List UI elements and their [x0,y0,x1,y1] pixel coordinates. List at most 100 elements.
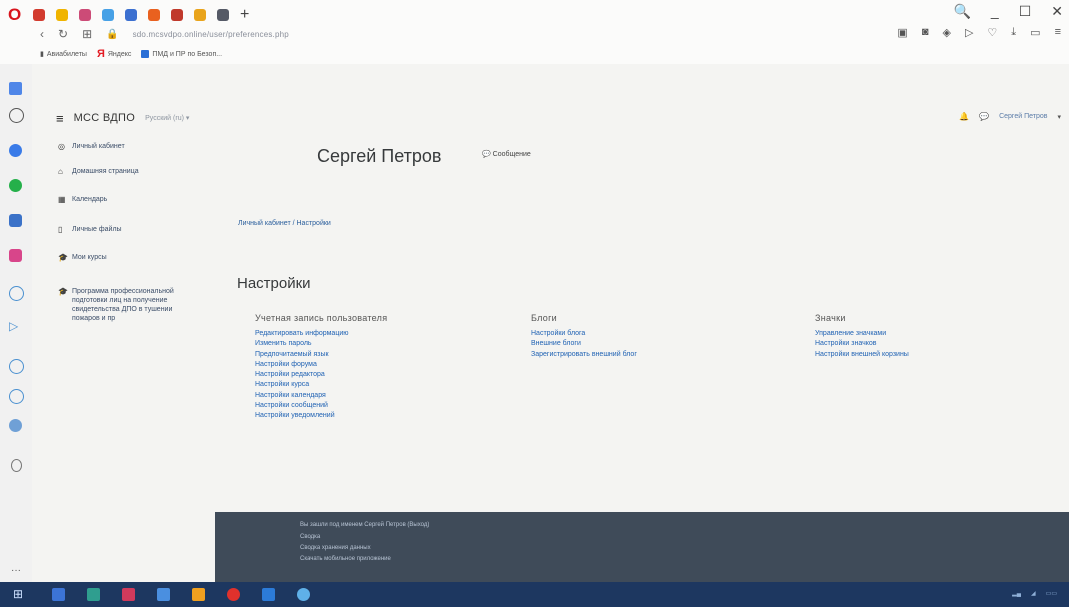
download-icon[interactable]: ⤓ [1011,26,1016,39]
snapshot-icon[interactable]: ▣ [897,26,907,39]
breadcrumb[interactable]: Личный кабинет / Настройки [238,220,331,227]
settings-link[interactable]: Настройки блога [531,329,637,339]
url-field[interactable]: sdo.mcsvdpo.online/user/preferences.php [133,30,289,39]
site-name[interactable]: МСС ВДПО [74,112,136,124]
play-icon[interactable]: ▷ [965,26,973,39]
nav-item-files[interactable]: ▯ Личные файлы [58,225,122,234]
history-icon[interactable] [9,286,24,301]
settings-link[interactable]: Настройки форума [255,360,387,370]
tab-icon-1[interactable] [33,9,45,21]
page-footer: Вы зашли под именем Сергей Петров (Выход… [215,512,1069,582]
tab-icon-7[interactable] [171,9,183,21]
settings-link[interactable]: Настройки значков [815,339,909,349]
bookmarks-icon[interactable] [9,108,24,123]
settings-link[interactable]: Настройки редактора [255,370,387,380]
nav-item-dashboard[interactable]: ◎ Личный кабинет [58,142,125,151]
message-button[interactable]: 💬 Сообщение [482,150,531,158]
whatsapp-icon[interactable] [9,179,22,192]
tab-icon-5[interactable] [125,9,137,21]
bookmark-item[interactable]: ▮ Авиабилеты [40,50,87,59]
taskbar-app-icon[interactable] [52,588,65,601]
chat-icon: 💬 [482,151,491,158]
player-icon[interactable]: ▷ [9,319,22,333]
settings-link[interactable]: Настройки внешней корзины [815,350,909,360]
settings-link[interactable]: Внешние блоги [531,339,637,349]
lightbulb-icon[interactable] [11,459,22,472]
menu-icon[interactable]: ≡ [1055,26,1061,39]
settings-link[interactable]: Настройки уведомлений [255,411,387,421]
tab-icon-2[interactable] [56,9,68,21]
search-icon[interactable]: 🔍 [953,3,970,20]
settings-link[interactable]: Изменить пароль [255,339,387,349]
nav-item-calendar[interactable]: ▦ Календарь [58,195,107,204]
more-icon[interactable]: ··· [11,565,21,576]
nav-item-course[interactable]: 🎓 Программа профессиональной подготовки л… [58,287,182,323]
tab-icon-3[interactable] [79,9,91,21]
footer-link[interactable]: Скачать мобильное приложение [300,556,391,562]
footer-link[interactable]: Сводка хранения данных [300,545,371,551]
opera-sidebar: ▷ [0,64,32,582]
bell-icon[interactable]: 🔔 [959,112,969,121]
opera-logo-icon[interactable]: O [8,5,22,25]
vk-icon[interactable] [9,214,22,227]
footer-login-info[interactable]: Вы зашли под именем Сергей Петров (Выход… [300,522,429,528]
settings-link[interactable]: Управление значками [815,329,909,339]
taskbar-opera-icon[interactable] [227,588,240,601]
messenger-icon[interactable] [9,144,22,157]
settings-link[interactable]: Настройки курса [255,380,387,390]
tab-icon-6[interactable] [148,9,160,21]
instagram-icon[interactable] [9,249,22,262]
tab-icon-9[interactable] [217,9,229,21]
lock-icon: 🔒 [106,28,119,40]
language-selector[interactable]: Русский (ru) ▾ [145,114,189,122]
volume-icon[interactable]: ◢ [1031,590,1036,597]
close-button[interactable]: ✕ [1051,3,1063,20]
clock-icon[interactable] [9,389,24,404]
heart-icon[interactable] [9,359,24,374]
reload-icon[interactable]: ↻ [58,27,68,41]
profile-name-heading: Сергей Петров [317,146,442,166]
settings-link[interactable]: Редактировать информацию [255,329,387,339]
extensions-icon[interactable] [9,419,22,432]
battery-icon[interactable]: ▭ [1030,26,1040,39]
camera-icon[interactable]: ◙ [922,26,929,39]
settings-link[interactable]: Настройки сообщений [255,401,387,411]
chat-icon[interactable]: 💬 [979,112,989,121]
speed-dial-icon[interactable]: ⊞ [82,27,92,41]
tab-icon-8[interactable] [194,9,206,21]
minimize-button[interactable]: _ [991,3,999,20]
address-bar: ‹ ↻ ⊞ 🔒 sdo.mcsvdpo.online/user/preferen… [40,24,289,44]
clock-display[interactable]: ▭▭ [1046,590,1057,597]
maximize-button[interactable]: ☐ [1019,3,1032,20]
chevron-down-icon[interactable]: ▾ [1057,113,1061,121]
column-heading: Значки [815,313,846,323]
settings-link[interactable]: Предпочитаемый язык [255,350,387,360]
nav-item-home[interactable]: ⌂ Домашняя страница [58,167,139,176]
back-icon[interactable]: ‹ [40,27,44,41]
network-icon[interactable]: ▂▄ [1012,590,1021,597]
nav-item-my-courses[interactable]: 🎓 Мои курсы [58,253,107,262]
vpn-icon[interactable]: ◈ [942,26,950,39]
bookmark-item[interactable]: ПМД и ПР по Безоп... [141,50,222,58]
hamburger-menu-icon[interactable]: ≡ [56,111,64,126]
taskbar-mail-icon[interactable] [262,588,275,601]
yandex-icon: Я [96,48,105,60]
new-tab-button[interactable]: + [240,6,249,24]
taskbar-app-icon[interactable] [157,588,170,601]
taskbar-app-icon[interactable] [122,588,135,601]
heart-icon[interactable]: ♡ [987,26,997,39]
settings-link[interactable]: Зарегистрировать внешний блог [531,350,637,360]
taskbar-app-icon[interactable] [192,588,205,601]
windows-start-icon[interactable]: ⊞ [13,587,23,601]
settings-link[interactable]: Настройки календаря [255,391,387,401]
taskbar-edge-icon[interactable] [297,588,310,601]
site-header: ≡ МСС ВДПО Русский (ru) ▾ [56,110,189,126]
tab-icon-4[interactable] [102,9,114,21]
taskbar-app-icon[interactable] [87,588,100,601]
bookmark-item[interactable]: Я Яндекс [97,48,131,60]
bookmark-icon [141,50,150,58]
speed-dial-icon[interactable] [9,82,22,95]
user-menu[interactable]: Сергей Петров [999,113,1047,120]
footer-link[interactable]: Сводка [300,534,320,540]
extension-toolbar: ▣ ◙ ◈ ▷ ♡ ⤓ ▭ ≡ [897,26,1061,39]
